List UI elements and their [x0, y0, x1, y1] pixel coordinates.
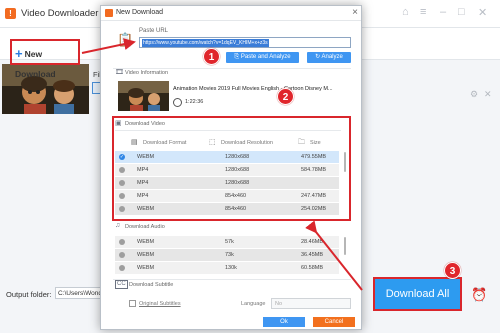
film-icon: 🎞	[115, 69, 124, 76]
minimize-icon[interactable]: –	[440, 6, 446, 18]
download-subtitle-heading: Download Subtitle	[129, 282, 174, 288]
clipboard-icon: 📋	[117, 32, 134, 47]
analyze-label: Analyze	[321, 54, 343, 60]
url-input[interactable]: https://www.youtube.com/watch?v=1dqEV_KH…	[139, 37, 351, 48]
original-subtitles-checkbox[interactable]	[129, 300, 136, 307]
paste-url-label: Paste URL	[139, 28, 169, 34]
dialog-close-button[interactable]: ×	[352, 7, 358, 18]
download-all-button[interactable]: Download All	[373, 277, 462, 311]
radio-dot	[119, 265, 125, 271]
download-video-highlight	[112, 116, 351, 221]
alarm-clock-icon[interactable]: ⏰	[471, 287, 487, 303]
output-folder-label: Output folder:	[6, 290, 52, 299]
divider	[113, 68, 351, 69]
audio-list-scrollbar[interactable]	[344, 237, 346, 255]
cc-icon: CC	[115, 280, 128, 289]
menu-icon[interactable]: ≡	[420, 6, 426, 18]
bitrate-cell: 57k	[225, 239, 234, 245]
new-download-dialog: New Download × 📋 Paste URL https://www.y…	[100, 5, 362, 330]
format-cell: WEBM	[137, 239, 155, 245]
settings-icon[interactable]: ⚙	[470, 89, 478, 100]
format-cell: WEBM	[137, 252, 155, 258]
language-label: Language	[241, 301, 266, 307]
cancel-button[interactable]: Cancel	[313, 317, 355, 327]
ok-button[interactable]: Ok	[263, 317, 305, 327]
step-badge-2: 2	[277, 88, 294, 105]
paste-and-analyze-button[interactable]: ⎘ Paste and Analyze	[226, 52, 299, 63]
audio-format-row[interactable]: WEBM 130k 60.58MB	[115, 262, 339, 274]
original-subtitles-label[interactable]: Original Subtitles	[139, 301, 181, 307]
format-cell: WEBM	[137, 265, 155, 271]
delete-icon[interactable]: ✕	[484, 89, 492, 100]
audio-format-row[interactable]: WEBM 73k 36.45MB	[115, 249, 339, 261]
video-title: Animation Movies 2019 Full Movies Englis…	[173, 86, 333, 92]
dialog-logo-icon	[105, 9, 113, 17]
screenshot-stage: ! Video Downloader ⌂ ≡ – □ ✕ + New Downlo…	[0, 0, 500, 333]
bitrate-cell: 73k	[225, 252, 234, 258]
divider	[113, 279, 351, 280]
bitrate-cell: 130k	[225, 265, 237, 271]
lock-icon[interactable]: ⌂	[402, 6, 409, 18]
step-badge-1: 1	[203, 48, 220, 65]
step-badge-3: 3	[444, 262, 461, 279]
dialog-title: New Download	[116, 9, 164, 16]
size-cell: 28.46MB	[301, 239, 324, 245]
app-logo-icon: !	[5, 8, 16, 19]
close-icon[interactable]: ✕	[478, 6, 487, 19]
video-info-thumbnail	[118, 81, 169, 111]
language-select[interactable]: No	[271, 298, 351, 309]
paste-analyze-label: Paste and Analyze	[240, 54, 291, 60]
app-title: Video Downloader	[21, 8, 99, 19]
dialog-titlebar: New Download ×	[101, 6, 361, 21]
download-audio-heading: Download Audio	[125, 224, 165, 230]
new-download-highlight	[10, 39, 80, 65]
audio-format-row[interactable]: WEBM 57k 28.46MB	[115, 236, 339, 248]
maximize-icon[interactable]: □	[458, 6, 465, 18]
size-cell: 36.45MB	[301, 252, 324, 258]
analyze-button[interactable]: ↻ Analyze	[307, 52, 351, 63]
size-cell: 60.58MB	[301, 265, 324, 271]
clock-icon	[173, 98, 182, 107]
video-info-heading: Video Information	[125, 70, 169, 76]
video-duration: 1:22:36	[185, 99, 204, 105]
url-value: https://www.youtube.com/watch?v=1dqEV_KH…	[142, 39, 269, 47]
radio-dot	[119, 252, 125, 258]
radio-dot	[119, 239, 125, 245]
music-icon: ♫	[115, 222, 121, 229]
